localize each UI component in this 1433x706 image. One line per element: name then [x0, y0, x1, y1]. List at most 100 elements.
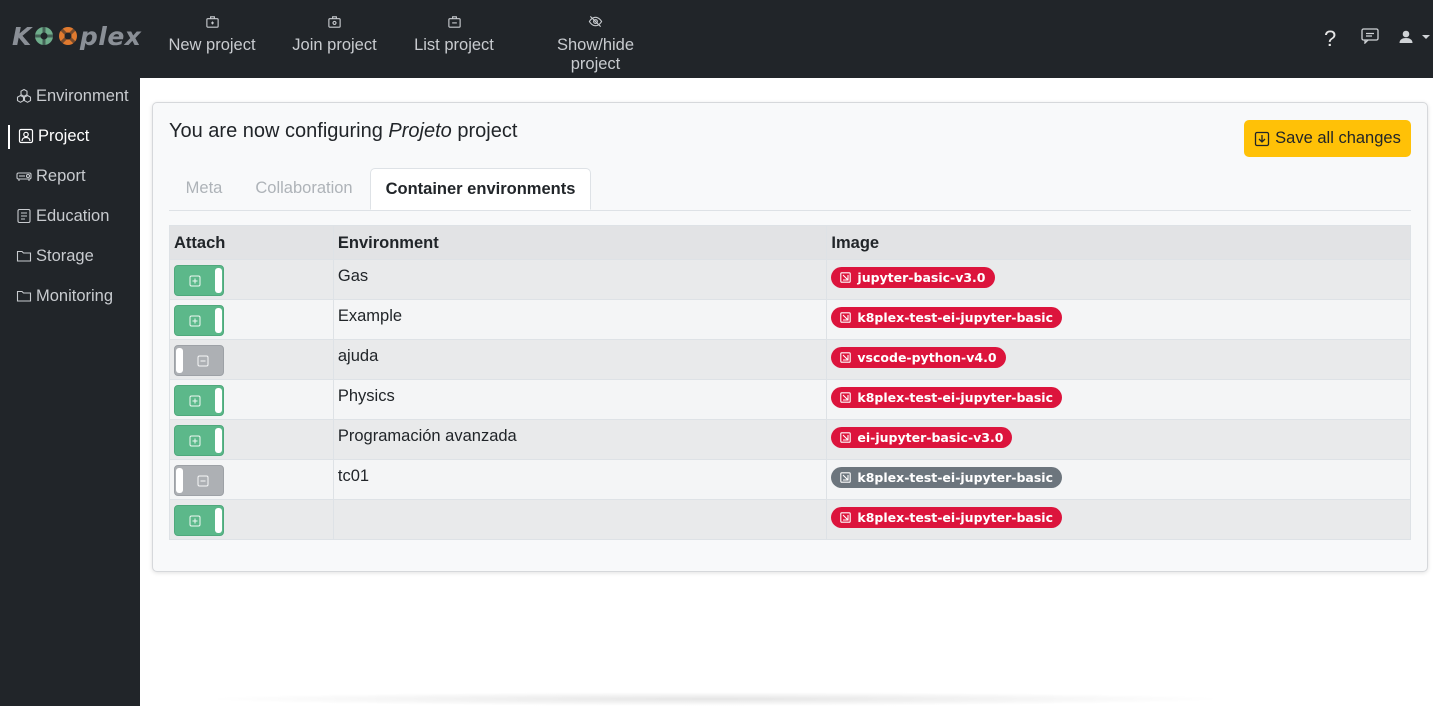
plus-square-icon: [189, 515, 201, 527]
environments-table: Attach Environment Image Gas jupyter-basi…: [169, 225, 1411, 540]
image-badge[interactable]: k8plex-test-ei-jupyter-basic: [831, 467, 1062, 488]
image-badge[interactable]: k8plex-test-ei-jupyter-basic: [831, 387, 1062, 408]
plus-square-icon: [189, 435, 201, 447]
environment-name: Example: [332, 299, 828, 340]
nav-new-project[interactable]: New project: [168, 14, 256, 64]
education-icon: [17, 208, 31, 224]
top-navbar: K plex New project Join project List pro…: [0, 0, 1433, 78]
sidebar-item-report[interactable]: Report: [16, 164, 86, 188]
table-row: k8plex-test-ei-jupyter-basic: [169, 499, 1411, 540]
sidebar-item-environment[interactable]: Environment: [16, 84, 129, 108]
attach-toggle[interactable]: [174, 425, 224, 456]
image-badge-label: k8plex-test-ei-jupyter-basic: [857, 470, 1053, 485]
image-cell: k8plex-test-ei-jupyter-basic: [826, 299, 1411, 340]
toggle-knob: [215, 268, 222, 293]
image-badge[interactable]: ei-jupyter-basic-v3.0: [831, 427, 1013, 448]
sidebar: Environment Project Report Education Sto…: [0, 78, 140, 706]
boxes-icon: [16, 88, 32, 103]
attach-toggle[interactable]: [174, 385, 224, 416]
toggle-knob: [176, 348, 183, 373]
attach-cell: [169, 339, 334, 380]
image-badge[interactable]: k8plex-test-ei-jupyter-basic: [831, 507, 1062, 528]
attach-toggle[interactable]: [174, 345, 224, 376]
sidebar-item-label: Project: [38, 126, 90, 145]
nav-list-project[interactable]: List project: [413, 14, 495, 64]
plus-square-icon: [189, 275, 201, 287]
sidebar-item-education[interactable]: Education: [16, 204, 109, 228]
image-box-icon: [840, 392, 852, 403]
sidebar-item-project[interactable]: Project: [18, 124, 89, 148]
image-badge-label: vscode-python-v4.0: [857, 350, 997, 365]
table-row: tc01 k8plex-test-ei-jupyter-basic: [169, 459, 1411, 500]
nav-show-hide-project-label: Show/hide project: [556, 36, 635, 73]
logo-gear-orange-icon: [58, 27, 77, 45]
project-config-card: You are now configuring Projeto project …: [152, 102, 1428, 572]
nav-new-project-label: New project: [168, 36, 256, 54]
title-prefix: You are now configuring: [169, 120, 389, 142]
image-cell: ei-jupyter-basic-v3.0: [826, 419, 1411, 460]
image-badge-label: k8plex-test-ei-jupyter-basic: [857, 510, 1053, 525]
environment-name: ajuda: [332, 339, 828, 380]
image-box-icon: [840, 512, 852, 523]
nav-show-hide-project[interactable]: Show/hide project: [530, 14, 661, 73]
nav-join-project-label: Join project: [292, 36, 377, 54]
attach-cell: [169, 299, 334, 340]
tab-meta[interactable]: Meta: [169, 167, 239, 209]
image-cell: k8plex-test-ei-jupyter-basic: [826, 379, 1411, 420]
environment-name: Programación avanzada: [332, 419, 828, 460]
tab-label: Meta: [185, 178, 223, 197]
attach-toggle[interactable]: [174, 305, 224, 336]
image-badge-label: k8plex-test-ei-jupyter-basic: [857, 390, 1053, 405]
chat-button[interactable]: [1361, 28, 1379, 58]
logo[interactable]: K plex: [12, 20, 141, 52]
attach-toggle[interactable]: [174, 465, 224, 496]
briefcase-join-icon: [291, 14, 378, 34]
sidebar-item-label: Environment: [36, 86, 129, 105]
tab-container-environments[interactable]: Container environments: [370, 168, 591, 210]
tab-collaboration[interactable]: Collaboration: [241, 167, 367, 209]
project-name: Projeto: [388, 120, 452, 142]
save-all-changes-label: Save all changes: [1275, 129, 1401, 147]
image-box-icon: [840, 472, 852, 483]
help-label: ?: [1324, 26, 1337, 51]
sidebar-item-monitoring[interactable]: Monitoring: [16, 284, 113, 308]
image-badge[interactable]: k8plex-test-ei-jupyter-basic: [831, 307, 1062, 328]
attach-toggle[interactable]: [174, 505, 224, 536]
environment-name: Physics: [332, 379, 828, 420]
attach-cell: [169, 499, 334, 540]
help-button[interactable]: ?: [1324, 26, 1336, 56]
image-badge-label: ei-jupyter-basic-v3.0: [857, 430, 1004, 445]
toggle-knob: [215, 428, 222, 453]
projector-icon: [16, 172, 32, 181]
save-all-changes-button[interactable]: Save all changes: [1244, 120, 1411, 157]
logo-gear-green-icon: [33, 26, 54, 46]
nav-join-project[interactable]: Join project: [291, 14, 378, 64]
nav-list-project-label: List project: [414, 36, 494, 54]
image-cell: jupyter-basic-v3.0: [826, 259, 1411, 300]
image-box-icon: [840, 352, 852, 363]
tab-label: Container environments: [385, 179, 576, 198]
toggle-knob: [215, 388, 222, 413]
page-title: You are now configuring Projeto project: [169, 120, 517, 143]
minus-square-icon: [197, 355, 209, 367]
eye-slash-icon: [530, 14, 661, 34]
minus-square-icon: [197, 475, 209, 487]
toggle-knob: [215, 308, 222, 333]
image-badge-label: jupyter-basic-v3.0: [857, 270, 986, 285]
image-badge[interactable]: vscode-python-v4.0: [831, 347, 1006, 368]
image-box-icon: [840, 312, 852, 323]
user-menu[interactable]: [1398, 30, 1432, 60]
attach-toggle[interactable]: [174, 265, 224, 296]
table-row: ajuda vscode-python-v4.0: [169, 339, 1411, 380]
briefcase-list-icon: [413, 14, 495, 34]
download-icon: [1255, 131, 1270, 146]
environment-name: tc01: [332, 459, 828, 500]
title-suffix: project: [451, 120, 518, 142]
image-box-icon: [840, 432, 852, 443]
environment-name: [332, 499, 828, 540]
sidebar-item-storage[interactable]: Storage: [16, 244, 94, 268]
folder-icon: [16, 290, 32, 302]
logo-text-plex: plex: [79, 21, 142, 51]
image-badge[interactable]: jupyter-basic-v3.0: [831, 267, 995, 288]
environment-name: Gas: [332, 259, 828, 300]
